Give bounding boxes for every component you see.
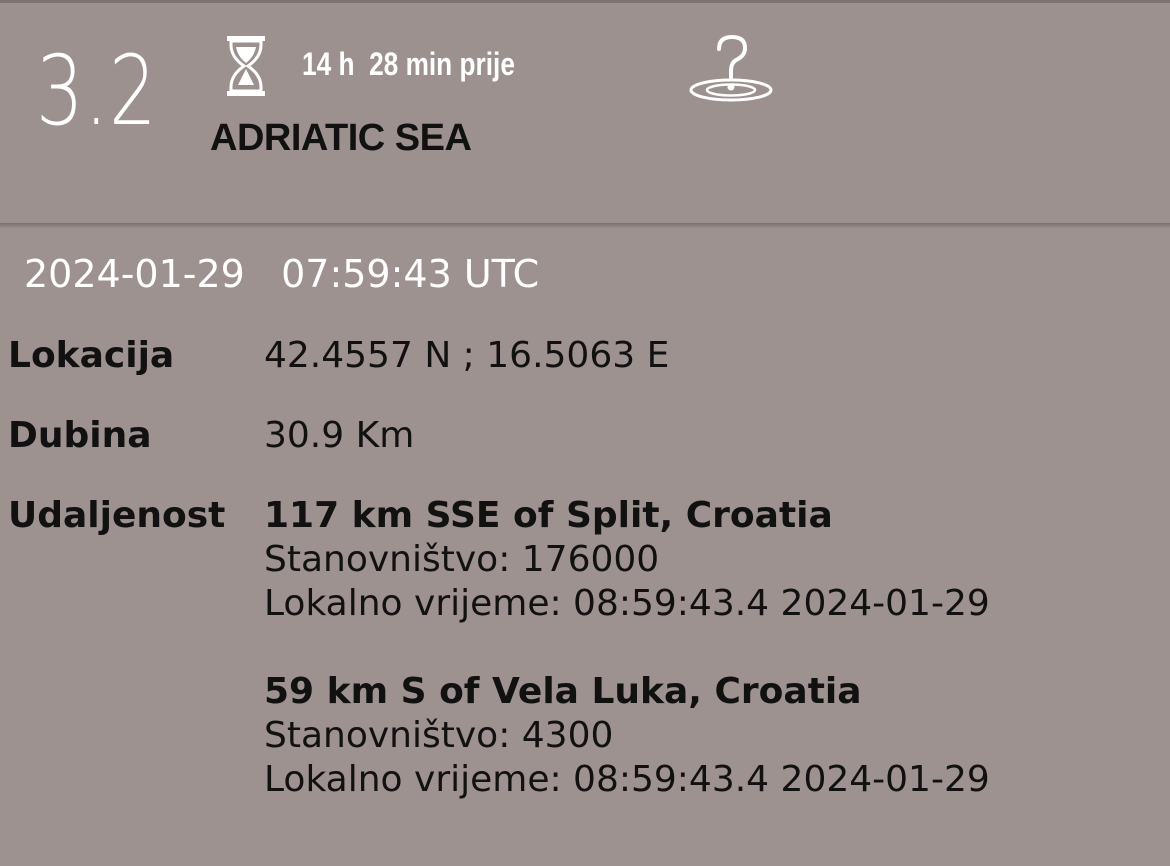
event-timezone: UTC	[463, 252, 540, 296]
question-mark-icon[interactable]	[688, 33, 774, 105]
location-value: 42.4557 N ; 16.5063 E	[264, 335, 670, 376]
distance-population: Stanovništvo: 176000	[264, 539, 660, 580]
distance-item[interactable]: 117 km SSE of Split, Croatia Stanovništv…	[264, 494, 990, 626]
distance-local-time: Lokalno vrijeme: 08:59:43.4 2024-01-29	[264, 759, 990, 800]
distance-title: 117 km SSE of Split, Croatia	[264, 495, 833, 536]
distance-label: Udaljenost	[8, 495, 226, 536]
time-ago: 14 h 28 min prije	[302, 46, 515, 82]
location-label: Lokacija	[8, 335, 175, 376]
region-name: ADRIATIC SEA	[210, 117, 472, 159]
event-header[interactable]: 3.2 14 h 28 min prije ADRIATIC SEA	[0, 3, 1170, 225]
depth-value: 30.9 Km	[264, 415, 415, 456]
distance-item[interactable]: 59 km S of Vela Luka, Croatia Stanovništ…	[264, 670, 990, 802]
distance-title: 59 km S of Vela Luka, Croatia	[264, 671, 862, 712]
header-divider	[0, 223, 1170, 228]
hourglass-icon	[227, 36, 265, 96]
event-datetime: 2024-01-29 07:59:43 UTC	[24, 250, 539, 298]
depth-label: Dubina	[8, 415, 152, 456]
event-time: 07:59:43	[281, 252, 452, 296]
magnitude-value: 3.2	[36, 35, 158, 147]
distance-local-time: Lokalno vrijeme: 08:59:43.4 2024-01-29	[264, 583, 990, 624]
event-date: 2024-01-29	[24, 252, 245, 296]
distance-population: Stanovništvo: 4300	[264, 715, 614, 756]
